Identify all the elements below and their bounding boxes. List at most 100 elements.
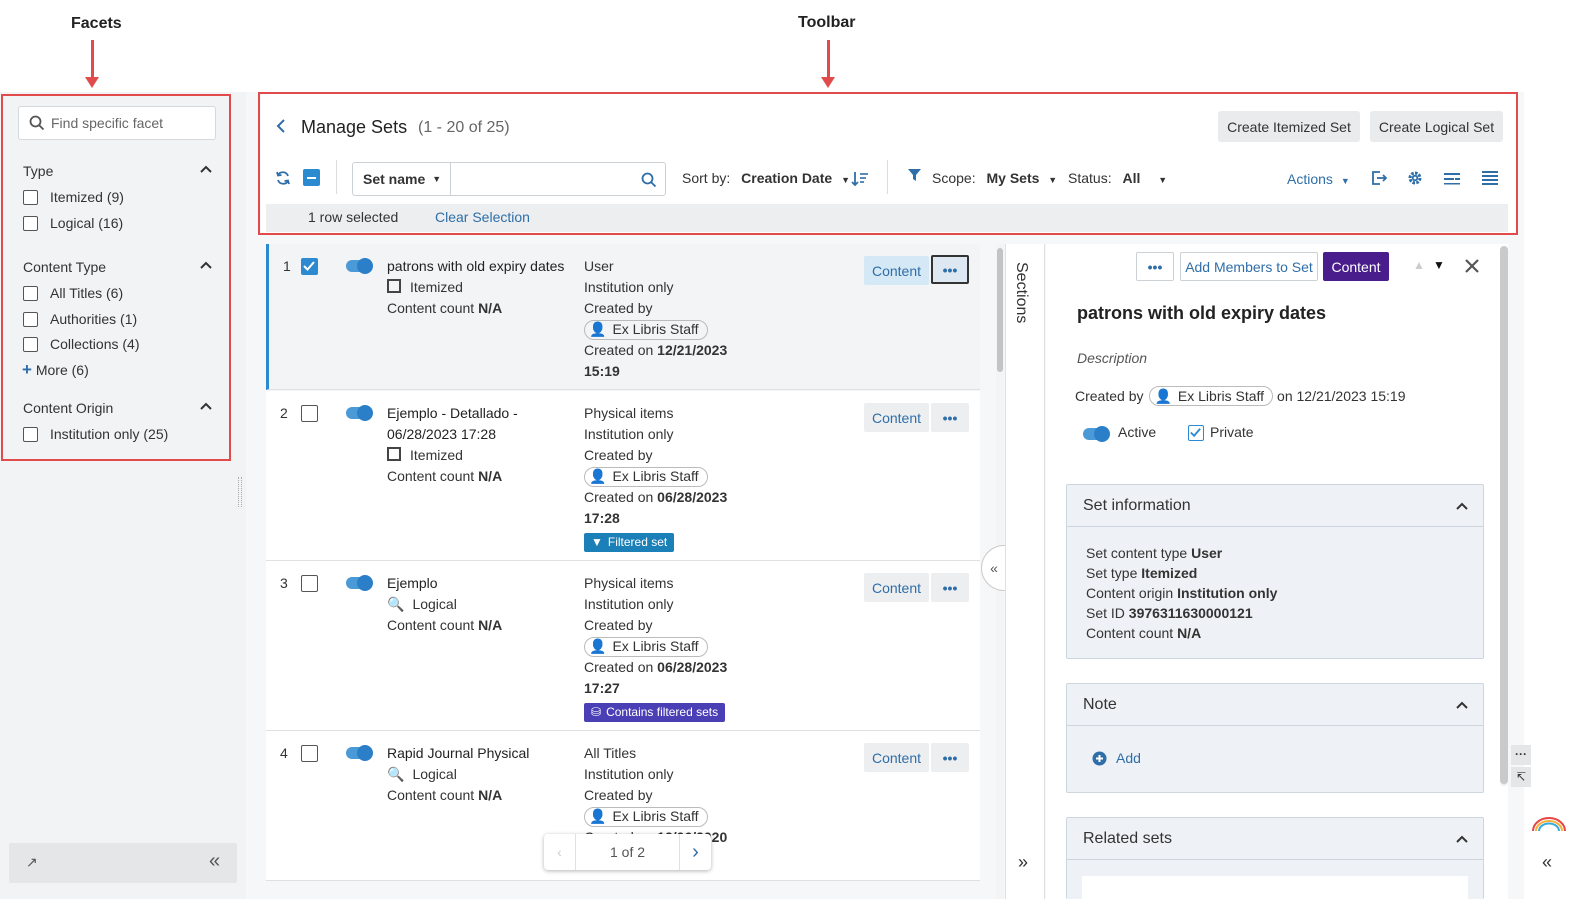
list-view-icon[interactable]: [1481, 170, 1499, 186]
more-actions-button[interactable]: •••: [931, 573, 969, 602]
filter-icon: ▼: [591, 535, 603, 549]
export-icon[interactable]: [1371, 170, 1387, 186]
collapse-left-icon[interactable]: «: [209, 850, 220, 873]
expand-icon[interactable]: ↗: [26, 854, 38, 871]
chevron-up-icon[interactable]: [199, 164, 213, 174]
create-logical-set-button[interactable]: Create Logical Set: [1370, 111, 1503, 142]
row-details: Physical items Institution only Created …: [584, 403, 844, 552]
active-toggle[interactable]: [346, 575, 373, 591]
facet-checkbox[interactable]: [23, 336, 38, 352]
chevron-up-icon[interactable]: [1455, 501, 1469, 511]
next-page-button[interactable]: ›: [679, 834, 711, 870]
pin-icon[interactable]: ↸: [1511, 767, 1531, 787]
row-checkbox[interactable]: [301, 745, 318, 762]
set-information-body: Set content type User Set type Itemized …: [1086, 545, 1278, 641]
facet-item-logical[interactable]: Logical (16): [23, 215, 123, 231]
close-icon[interactable]: [1465, 259, 1479, 273]
scope-control[interactable]: Scope: My Sets ▼: [932, 170, 1057, 186]
scrollbar-thumb[interactable]: [1500, 246, 1508, 784]
facet-checkbox[interactable]: [23, 311, 38, 327]
active-toggle[interactable]: [346, 258, 373, 274]
set-title-link[interactable]: Ejemplo - Detallado -: [387, 403, 577, 424]
chevron-up-icon[interactable]: [1455, 834, 1469, 844]
collapse-right-icon[interactable]: «: [1542, 852, 1552, 873]
table-row[interactable]: 3 Ejemplo 🔍 Logical Content count N/A Phy…: [266, 561, 980, 731]
selection-bar: 1 row selected Clear Selection: [266, 204, 1508, 232]
chevron-up-icon[interactable]: [199, 401, 213, 411]
gear-icon[interactable]: [1407, 170, 1423, 186]
facet-checkbox[interactable]: [23, 189, 38, 205]
sections-label[interactable]: Sections: [1012, 262, 1030, 323]
contains-filtered-badge: ⛁ Contains filtered sets: [584, 703, 726, 722]
actions-menu[interactable]: Actions ▼: [1287, 171, 1350, 187]
add-members-button[interactable]: Add Members to Set: [1180, 252, 1318, 281]
more-actions-button[interactable]: •••: [931, 403, 969, 432]
chevron-up-icon[interactable]: [199, 260, 213, 270]
table-row[interactable]: 2 Ejemplo - Detallado - 06/28/2023 17:28…: [266, 391, 980, 561]
facet-item-collections[interactable]: Collections (4): [23, 336, 140, 352]
search-box[interactable]: Set name ▼: [352, 162, 666, 196]
related-sets-header[interactable]: Related sets: [1067, 818, 1483, 860]
content-button[interactable]: Content: [864, 743, 929, 772]
more-actions-button[interactable]: •••: [931, 743, 969, 772]
private-checkbox[interactable]: [1188, 425, 1204, 441]
expand-sections-icon[interactable]: »: [1018, 852, 1028, 873]
related-sets-section: Related sets: [1066, 817, 1484, 906]
details-content-button[interactable]: Content: [1323, 252, 1389, 281]
set-information-header[interactable]: Set information: [1067, 485, 1483, 527]
sort-direction-icon[interactable]: [851, 170, 869, 188]
row-main-info: Ejemplo - Detallado - 06/28/2023 17:28 I…: [387, 403, 577, 487]
add-note-button[interactable]: Add: [1092, 750, 1141, 766]
row-checkbox[interactable]: [301, 405, 318, 422]
set-title-link[interactable]: Rapid Journal Physical: [387, 743, 577, 764]
table-row[interactable]: 1 patrons with old expiry dates Itemized…: [266, 244, 980, 390]
more-actions-button[interactable]: •••: [931, 255, 969, 284]
plus-icon: +: [22, 360, 32, 379]
caret-down-icon: ▼: [1158, 175, 1168, 185]
back-chevron-icon[interactable]: [275, 118, 287, 134]
row-checkbox[interactable]: [301, 258, 318, 275]
details-scrollbar[interactable]: [1500, 246, 1508, 786]
facets-annotation: Facets: [71, 15, 122, 32]
details-title: patrons with old expiry dates: [1077, 303, 1327, 323]
scrollbar-thumb[interactable]: [997, 248, 1003, 372]
prev-page-button[interactable]: ‹: [544, 834, 576, 870]
right-more-icon[interactable]: ···: [1511, 745, 1531, 765]
content-button[interactable]: Content: [864, 403, 929, 432]
search-field-dropdown[interactable]: Set name ▼: [353, 163, 451, 195]
facet-checkbox[interactable]: [23, 426, 38, 442]
search-icon[interactable]: [641, 172, 657, 188]
facet-search-input[interactable]: Find specific facet: [18, 106, 216, 140]
facet-item-itemized[interactable]: Itemized (9): [23, 189, 124, 205]
row-main-info: Ejemplo 🔍 Logical Content count N/A: [387, 573, 577, 636]
refresh-icon[interactable]: [275, 170, 291, 186]
filter-icon: [908, 169, 921, 181]
compact-view-icon[interactable]: [1443, 170, 1461, 186]
clear-selection-link[interactable]: Clear Selection: [435, 209, 530, 225]
facet-checkbox[interactable]: [23, 215, 38, 231]
status-control[interactable]: Status: All ▼: [1068, 170, 1167, 186]
note-header[interactable]: Note: [1067, 684, 1483, 726]
search-icon: [29, 115, 45, 131]
details-more-button[interactable]: •••: [1136, 252, 1174, 281]
active-toggle[interactable]: [346, 405, 373, 421]
row-checkbox[interactable]: [301, 575, 318, 592]
caret-down-icon[interactable]: ▼: [1433, 258, 1445, 272]
caret-up-icon[interactable]: ▲: [1413, 258, 1425, 272]
active-toggle[interactable]: [1083, 426, 1110, 442]
facet-item-authorities[interactable]: Authorities (1): [23, 311, 137, 327]
active-toggle[interactable]: [346, 745, 373, 761]
resize-handle[interactable]: [238, 477, 242, 507]
create-itemized-set-button[interactable]: Create Itemized Set: [1218, 111, 1360, 142]
sort-control[interactable]: Sort by: Creation Date ▼: [682, 170, 850, 186]
set-title-link[interactable]: patrons with old expiry dates: [387, 256, 577, 277]
facet-more-link[interactable]: + More (6): [22, 360, 89, 380]
facet-item-institution-only[interactable]: Institution only (25): [23, 426, 168, 442]
set-title-link[interactable]: Ejemplo: [387, 573, 577, 594]
content-button[interactable]: Content: [864, 573, 929, 602]
select-all-checkbox[interactable]: [303, 169, 320, 186]
chevron-up-icon[interactable]: [1455, 700, 1469, 710]
content-button[interactable]: Content: [864, 256, 929, 285]
facet-checkbox[interactable]: [23, 285, 38, 301]
facet-item-all-titles[interactable]: All Titles (6): [23, 285, 123, 301]
